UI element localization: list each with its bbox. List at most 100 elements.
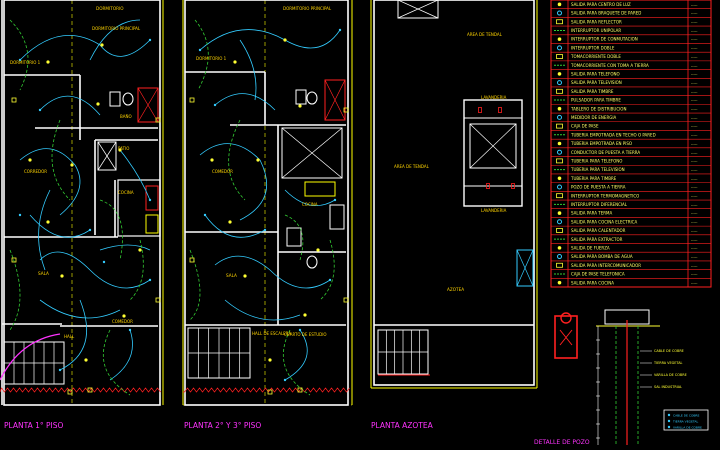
legend-row-code: ----- bbox=[691, 168, 698, 172]
legend-row-code: ----- bbox=[691, 46, 698, 50]
legend-row-code: ----- bbox=[691, 55, 698, 59]
legend-row-label: SALIDA PARA EXTRACTOR bbox=[571, 237, 623, 242]
light-fixture-symbol bbox=[46, 220, 50, 224]
room-label: LAVANDERIA bbox=[481, 208, 507, 213]
legend-row-label: TUBERIA PARA TELEVISION bbox=[570, 167, 625, 172]
light-fixture-symbol bbox=[303, 313, 307, 317]
legend-row-code: ----- bbox=[691, 264, 698, 268]
legend-row-code: ----- bbox=[691, 38, 698, 42]
legend-symbol-icon bbox=[557, 106, 562, 111]
detail-note: TIERRA VEGETAL bbox=[653, 361, 683, 365]
legend-row-label: TOMACORRIENTE DOBLE bbox=[570, 54, 621, 59]
legend-row-code: ----- bbox=[691, 133, 698, 137]
legend-row-label: TOMACORRIENTE CON TOMA A TIERRA bbox=[570, 63, 649, 68]
legend-row-code: ----- bbox=[691, 281, 698, 285]
legend-row-code: ----- bbox=[691, 3, 698, 7]
switch-symbol bbox=[333, 198, 337, 202]
legend-row-label: SALIDA PARA BRAQUETE DE PARED bbox=[571, 11, 641, 16]
legend-row-label: SALIDA PARA TELEFONO bbox=[571, 72, 620, 77]
legend-row-code: ----- bbox=[691, 73, 698, 77]
switch-symbol bbox=[198, 48, 202, 52]
room-label: HALL bbox=[64, 334, 75, 339]
legend-row-code: ----- bbox=[691, 151, 698, 155]
room-label: CORREDOR bbox=[24, 169, 47, 174]
legend-symbol-icon bbox=[557, 176, 562, 181]
light-fixture-symbol bbox=[243, 274, 247, 278]
light-fixture-symbol bbox=[28, 158, 32, 162]
legend-row-label: SALIDA PARA TIMBRE bbox=[571, 89, 614, 94]
light-fixture-symbol bbox=[210, 158, 214, 162]
switch-symbol bbox=[148, 198, 152, 202]
legend-row-label: SALIDA PARA BOMBA DE AGUA bbox=[571, 254, 633, 259]
legend-row-label: INTERRUPTOR TERMOMAGNETICO bbox=[571, 193, 639, 198]
room-label: DORMITORIO PRINCIPAL bbox=[92, 26, 141, 31]
light-fixture-symbol bbox=[256, 158, 260, 162]
detail-legend-label: TIERRA VEGETAL bbox=[672, 420, 698, 424]
room-label: DORMITORIO bbox=[96, 6, 124, 11]
switch-symbol bbox=[298, 328, 302, 332]
switch-symbol bbox=[18, 213, 22, 217]
legend-row-code: ----- bbox=[691, 90, 698, 94]
plan-title-roof: PLANTA AZOTEA bbox=[371, 421, 434, 430]
room-label: AZOTEA bbox=[447, 287, 464, 292]
legend-symbol-icon bbox=[557, 211, 562, 215]
switch-symbol bbox=[263, 228, 267, 232]
light-fixture-symbol bbox=[228, 220, 232, 224]
room-label: COCINA bbox=[118, 190, 134, 195]
light-fixture-symbol bbox=[283, 38, 287, 42]
detail-title: DETALLE DE POZO bbox=[534, 439, 590, 446]
light-fixture-symbol bbox=[100, 43, 104, 47]
legend-symbol-icon bbox=[557, 246, 562, 250]
legend-row-code: ----- bbox=[691, 220, 698, 224]
light-fixture-symbol bbox=[233, 60, 237, 64]
legend-row-code: ----- bbox=[691, 116, 698, 120]
room-label: AREA DE TENDAL bbox=[467, 32, 503, 37]
switch-symbol bbox=[128, 328, 132, 332]
legend-row-label: CAJA DE PASE bbox=[571, 124, 599, 129]
switch-symbol bbox=[203, 213, 207, 217]
detail-note: CABLE DE COBRE bbox=[654, 349, 684, 353]
legend-row-code: ----- bbox=[691, 81, 698, 85]
legend-row-label: TUBERIA EMPOTRADA EN TECHO O PARED bbox=[570, 132, 656, 137]
light-fixture-symbol bbox=[60, 274, 64, 278]
legend-row-code: ----- bbox=[691, 255, 698, 259]
room-label: COCINA bbox=[302, 202, 318, 207]
legend-row-label: INTERRUPTOR DIFERENCIAL bbox=[571, 202, 628, 207]
detail-legend-marker bbox=[667, 413, 671, 417]
legend-row-code: ----- bbox=[691, 20, 698, 24]
legend-row-label: TUBERIA EMPOTRADA EN PISO bbox=[570, 141, 632, 146]
legend-row-label: MEDIDOR DE ENERGIA bbox=[571, 115, 617, 120]
legend-symbol-icon bbox=[557, 72, 562, 76]
cad-drawing-canvas[interactable]: DORMITORIO DORMITORIO PRINCIPAL DORMITORIO… bbox=[0, 0, 720, 450]
detail-legend-marker bbox=[667, 425, 671, 429]
legend-symbol-icon bbox=[557, 141, 562, 146]
room-label: DORMITORIO 1 bbox=[196, 56, 227, 61]
switch-symbol bbox=[338, 28, 342, 32]
legend-row-code: ----- bbox=[691, 229, 698, 233]
legend-row-label: INTERRUPTOR DOBLE bbox=[571, 45, 615, 50]
light-fixture-symbol bbox=[138, 248, 142, 252]
switch-symbol bbox=[213, 103, 217, 107]
legend-row-label: SALIDA PARA COCINA ELECTRICA bbox=[571, 219, 637, 224]
legend-row-label: SALIDA PARA TERMA bbox=[571, 211, 612, 216]
room-label: DORMITORIO PRINCIPAL bbox=[283, 6, 332, 11]
plan-title-second-third-floor: PLANTA 2° Y 3° PISO bbox=[184, 421, 261, 430]
room-label: AREA DE TENDAL bbox=[394, 164, 430, 169]
legend-symbol-icon bbox=[557, 37, 562, 41]
light-fixture-symbol bbox=[316, 248, 320, 252]
legend-row-label: CAJA DE PASE TELEFONICA bbox=[571, 272, 625, 277]
legend-row-code: ----- bbox=[691, 212, 698, 216]
detail-legend-label: VARILLA DE COBRE bbox=[673, 426, 702, 430]
legend-row-label: POZO DE PUESTA A TIERRA bbox=[571, 185, 626, 190]
legend-row-label: INTERRUPTOR DE CONMUTACION bbox=[571, 37, 638, 42]
legend-row-label: SALIDA PARA REFLECTOR bbox=[571, 19, 622, 24]
plan-title-first-floor: PLANTA 1° PISO bbox=[4, 421, 64, 430]
room-label: BAÑO bbox=[120, 114, 132, 119]
switch-symbol bbox=[148, 278, 152, 282]
legend-row-label: TABLERO DE DISTRIBUCION bbox=[570, 106, 626, 111]
light-fixture-symbol bbox=[46, 60, 50, 64]
light-fixture-symbol bbox=[84, 358, 88, 362]
legend-row-label: CONDUCTOR DE PUESTA A TIERRA bbox=[571, 150, 640, 155]
switch-symbol bbox=[328, 278, 332, 282]
room-label: SALA bbox=[226, 273, 237, 278]
